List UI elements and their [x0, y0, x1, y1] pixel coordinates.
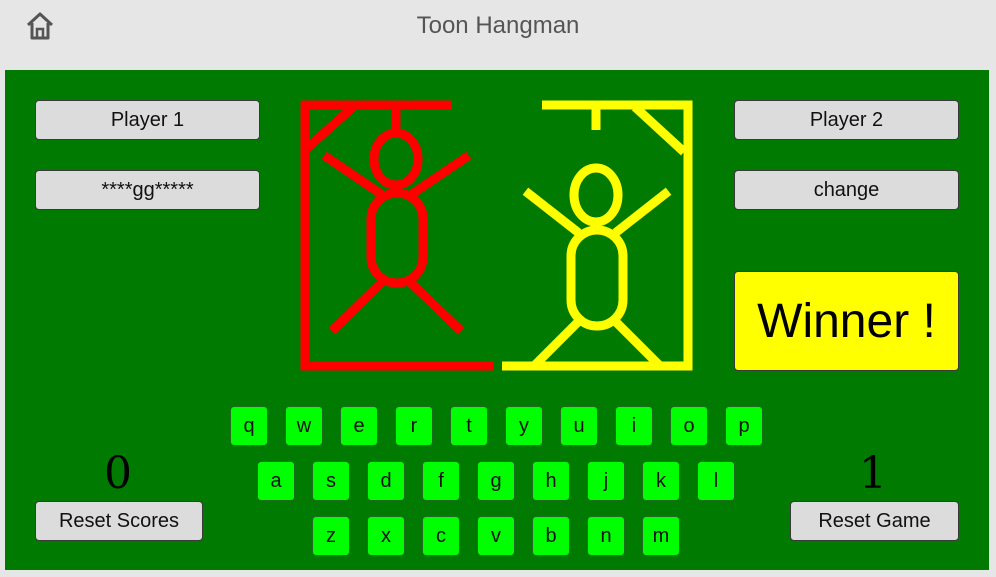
key-q[interactable]: q: [230, 406, 268, 446]
key-k[interactable]: k: [642, 461, 680, 501]
player1-gallows: [300, 100, 493, 371]
key-b[interactable]: b: [532, 516, 570, 556]
key-r[interactable]: r: [395, 406, 433, 446]
key-i[interactable]: i: [615, 406, 653, 446]
key-o[interactable]: o: [670, 406, 708, 446]
key-g[interactable]: g: [477, 461, 515, 501]
key-d[interactable]: d: [367, 461, 405, 501]
key-x[interactable]: x: [367, 516, 405, 556]
reset-game-button[interactable]: Reset Game: [790, 501, 959, 541]
key-f[interactable]: f: [422, 461, 460, 501]
reset-scores-button[interactable]: Reset Scores: [35, 501, 203, 541]
key-m[interactable]: m: [642, 516, 680, 556]
key-n[interactable]: n: [587, 516, 625, 556]
key-c[interactable]: c: [422, 516, 460, 556]
key-p[interactable]: p: [725, 406, 763, 446]
game-board: Player 1 ****gg***** Player 2 change Win…: [5, 70, 989, 570]
key-y[interactable]: y: [505, 406, 543, 446]
player1-score: 0: [104, 448, 132, 499]
key-z[interactable]: z: [312, 516, 350, 556]
player2-gallows: [502, 100, 693, 371]
top-bar: Toon Hangman: [0, 0, 996, 70]
key-j[interactable]: j: [587, 461, 625, 501]
key-t[interactable]: t: [450, 406, 488, 446]
app-title: Toon Hangman: [416, 12, 580, 39]
key-v[interactable]: v: [477, 516, 515, 556]
key-e[interactable]: e: [340, 406, 378, 446]
key-h[interactable]: h: [532, 461, 570, 501]
key-u[interactable]: u: [560, 406, 598, 446]
key-s[interactable]: s: [312, 461, 350, 501]
key-a[interactable]: a: [257, 461, 295, 501]
player2-score: 1: [859, 448, 887, 499]
key-w[interactable]: w: [285, 406, 323, 446]
key-l[interactable]: l: [697, 461, 735, 501]
